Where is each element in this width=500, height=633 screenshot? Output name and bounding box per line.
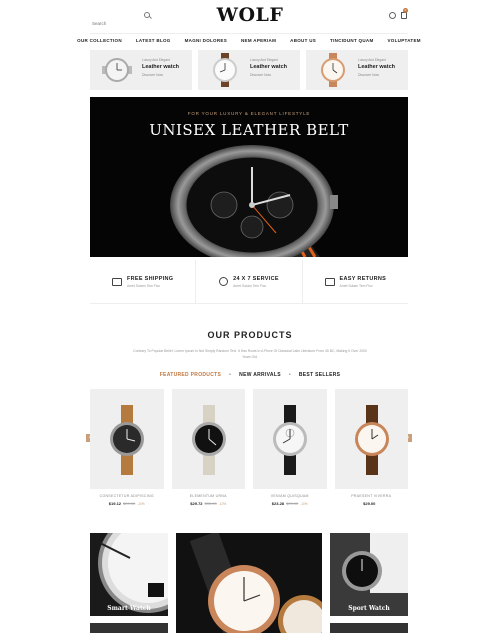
promo-subtitle: Luxury And Elegant [250, 58, 278, 62]
product-name[interactable]: PRAESENT VIVERRA [335, 494, 409, 498]
nav-item-tincidunt-quam[interactable]: TINCIDUNT QUAM [323, 34, 380, 47]
nav-item-voluptatem[interactable]: VOLUPTATEM [381, 34, 428, 47]
service-item: FREE SHIPPING Amet Sotam Tem Ficc [90, 260, 197, 303]
cart-count-badge: 0 [403, 8, 408, 13]
product-name[interactable]: VENIAM QUISQUAM [253, 494, 327, 498]
nav-item-nem-aperiam[interactable]: NEM APERIAM [234, 34, 283, 47]
hero-tagline: FOR YOUR LUXURY & ELEGANT LIFESTYLE [187, 111, 311, 116]
service-subtitle: Amet Sotam Tem Ficc [233, 283, 267, 288]
product-card[interactable]: CONSECTETUR ADIPISCING $19.12 $20.00 -10% [90, 389, 164, 506]
site-logo[interactable]: WOLF [0, 4, 500, 26]
nav-item-magni-dolores[interactable]: MAGNI DOLORES [178, 34, 234, 47]
tab-best-sellers[interactable]: BEST SELLERS [299, 372, 340, 378]
service-title: 24 X 7 SERVICE [233, 275, 279, 282]
promo-title: Leather watch [250, 64, 287, 70]
tab-featured-products[interactable]: FEATURED PRODUCTS [160, 372, 221, 378]
product-image[interactable] [334, 389, 408, 489]
service-item: EASY RETURNS Amet Sotam Tem Ficc [303, 260, 408, 303]
product-discount: -10% [137, 502, 145, 506]
product-name[interactable]: ELEMENTUM URNA [172, 494, 246, 498]
promo-banner[interactable]: Luxury And Elegant Leather watch Discove… [90, 50, 192, 90]
product-old-price: $25.00 [286, 501, 299, 506]
category-tile[interactable] [90, 623, 168, 633]
service-item: 24 X 7 SERVICE Amet Sotam Tem Ficc [196, 260, 303, 303]
product-image[interactable] [90, 389, 164, 489]
promo-link[interactable]: Discover Now [142, 73, 179, 77]
category-label: Smart Watch [107, 605, 151, 612]
category-label: Sport Watch [348, 605, 390, 612]
category-grid: Smart Watch Sport Watch [90, 533, 408, 633]
hero-banner[interactable]: FOR YOUR LUXURY & ELEGANT LIFESTYLE UNIS… [90, 97, 408, 257]
product-image[interactable] [171, 389, 245, 489]
language-icon[interactable] [389, 12, 396, 19]
nav-item-our-collection[interactable]: OUR COLLECTION [70, 34, 129, 47]
product-old-price: $20.00 [123, 501, 136, 506]
nav-item-about-us[interactable]: ABOUT US [283, 34, 323, 47]
service-subtitle: Amet Sotam Tem Ficc [339, 283, 373, 288]
nav-item-latest-blog[interactable]: LATEST BLOG [129, 34, 178, 47]
promo-link[interactable]: Discover Now [250, 73, 287, 77]
product-price: $19.12 [108, 501, 122, 506]
clock-icon [219, 277, 229, 286]
product-card[interactable]: VENIAM QUISQUAM $23.28 $25.00 -10% [253, 389, 327, 506]
main-nav: OUR COLLECTION LATEST BLOG MAGNI DOLORES… [77, 33, 421, 47]
promo-link[interactable]: Discover Now [358, 73, 395, 77]
product-card[interactable]: PRAESENT VIVERRA $29.00 [334, 389, 409, 506]
product-old-price: $33.00 [204, 501, 217, 506]
category-tile-smart-watch[interactable]: Smart Watch [90, 533, 168, 616]
service-subtitle: Amet Sotam Tem Ficc [126, 283, 161, 288]
promo-subtitle: Luxury And Elegant [142, 58, 170, 62]
service-title: FREE SHIPPING [126, 275, 174, 282]
product-card[interactable]: ELEMENTUM URNA $29.72 $33.00 -10% [171, 389, 246, 506]
product-name[interactable]: CONSECTETUR ADIPISCING [90, 494, 164, 498]
section-title: OUR PRODUCTS [207, 330, 293, 340]
promo-banners: Luxury And Elegant Leather watch Discove… [90, 50, 408, 90]
promo-title: Leather watch [358, 64, 395, 70]
return-icon [324, 277, 335, 286]
product-price: $29.72 [190, 501, 203, 506]
truck-icon [111, 277, 122, 286]
category-tile-featured[interactable] [176, 533, 322, 633]
product-price: $23.28 [271, 501, 285, 506]
product-discount: -10% [218, 502, 227, 506]
watch-image [102, 58, 132, 82]
product-price: $29.00 [363, 501, 376, 506]
category-tile-sport-watch[interactable]: Sport Watch [330, 533, 408, 616]
promo-title: Leather watch [142, 64, 179, 70]
services-bar: FREE SHIPPING Amet Sotam Tem Ficc 24 X 7… [90, 260, 408, 304]
promo-subtitle: Luxury And Elegant [358, 58, 386, 62]
product-list: CONSECTETUR ADIPISCING $19.12 $20.00 -10% … [90, 389, 408, 506]
tab-new-arrivals[interactable]: NEW ARRIVALS [239, 372, 281, 378]
hero-title: UNISEX LEATHER BELT [149, 121, 349, 139]
watch-image [213, 53, 237, 87]
section-description: Contrary To Popular Belief, Lorem Ipsum … [133, 349, 367, 359]
cart-icon[interactable] [401, 12, 407, 19]
category-tile[interactable] [330, 623, 408, 633]
product-image[interactable] [253, 389, 327, 489]
product-tabs: FEATURED PRODUCTS • NEW ARRIVALS • BEST … [159, 372, 341, 378]
promo-banner[interactable]: Luxury And Elegant Leather watch Discove… [306, 50, 408, 90]
promo-banner[interactable]: Luxury And Elegant Leather watch Discove… [198, 50, 300, 90]
watch-image [321, 53, 345, 87]
service-title: EASY RETURNS [339, 275, 387, 282]
product-discount: -10% [300, 502, 308, 506]
